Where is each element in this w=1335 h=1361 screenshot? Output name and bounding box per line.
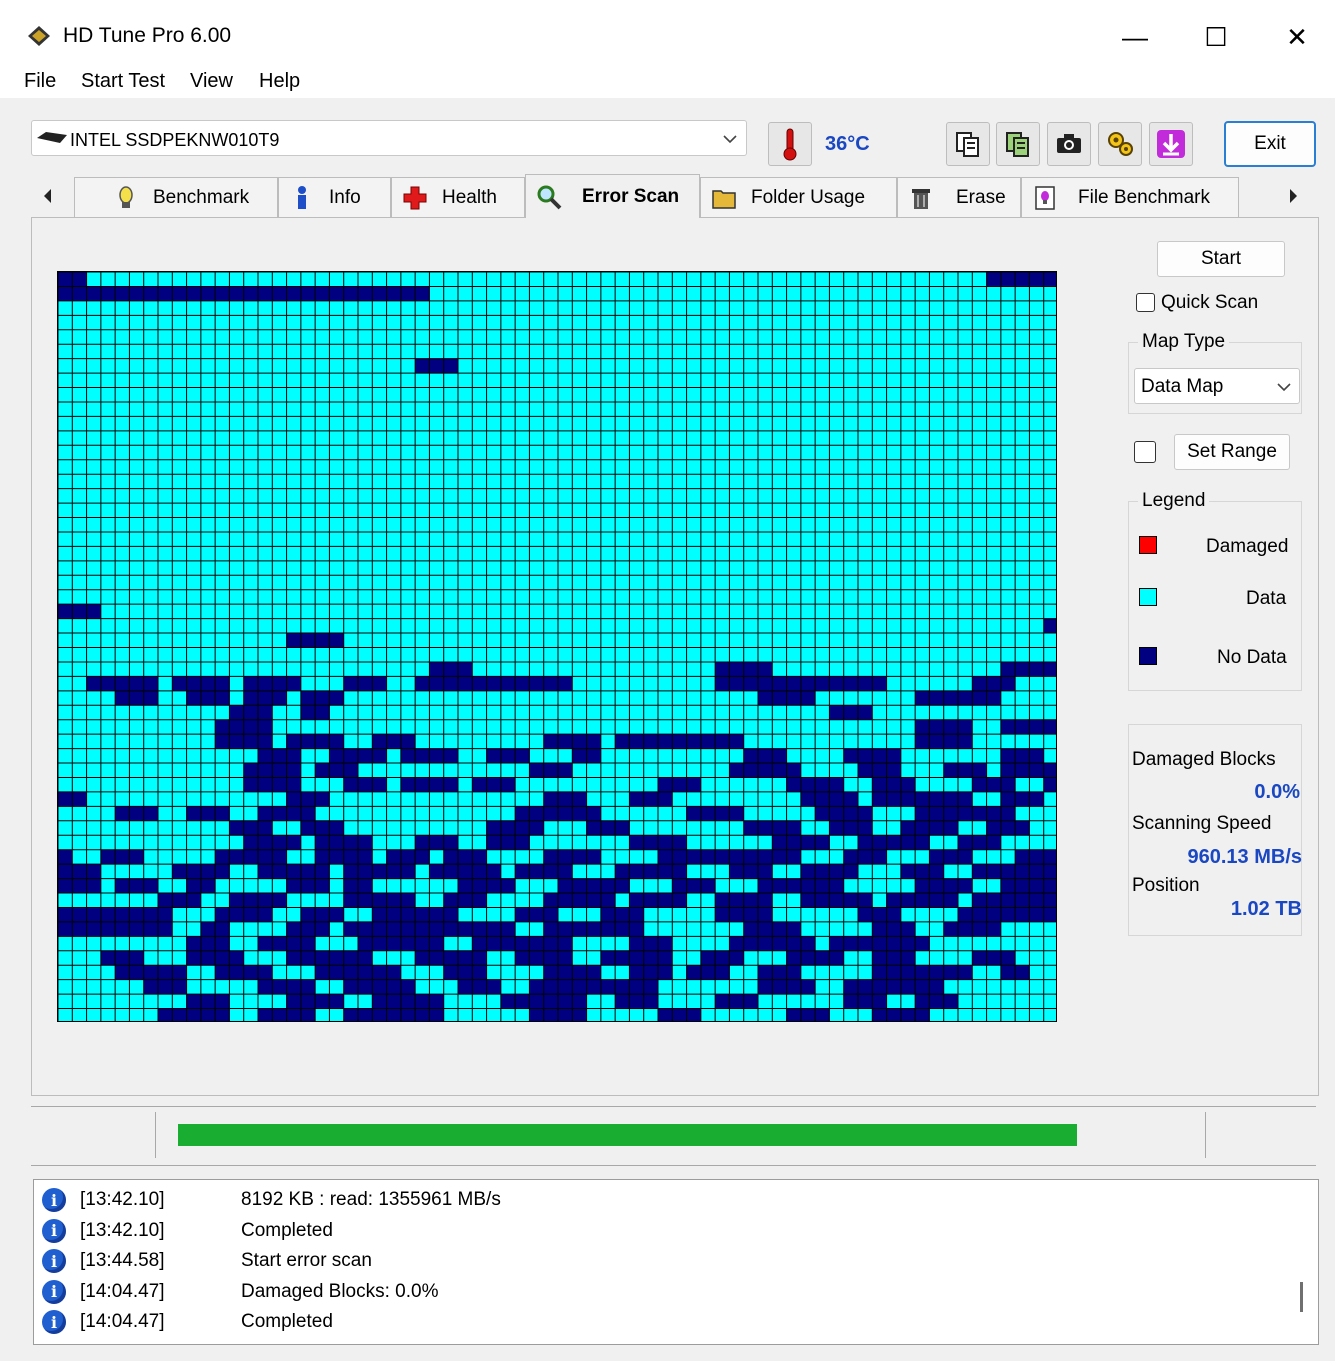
log-time: [14:04.47] — [80, 1280, 165, 1302]
close-button[interactable]: ✕ — [1271, 16, 1323, 58]
log-row: i [14:04.47] Damaged Blocks: 0.0% — [42, 1278, 439, 1306]
progress-bar — [178, 1124, 1077, 1146]
tab-scroll-right-icon[interactable] — [1286, 186, 1302, 206]
log-message: Completed — [241, 1311, 333, 1332]
menu-start-test[interactable]: Start Test — [81, 70, 165, 93]
trash-icon — [912, 188, 930, 209]
status-divider — [155, 1112, 156, 1158]
legend-no-data-swatch — [1139, 647, 1157, 665]
legend-data-swatch — [1139, 588, 1157, 606]
log-message: Start error scan — [241, 1250, 372, 1271]
exit-button[interactable]: Exit — [1224, 121, 1316, 167]
tab-file-benchmark[interactable]: File Benchmark — [1021, 177, 1239, 217]
chevron-down-icon — [1277, 383, 1291, 392]
screenshot-icon — [1057, 134, 1081, 153]
tab-label: Health — [442, 186, 497, 208]
temperature-value: 36°C — [825, 133, 870, 155]
minimize-button[interactable]: — — [1109, 16, 1161, 58]
drive-name: INTEL SSDPEKNW010T9 — [70, 130, 280, 150]
info-icon: i — [42, 1188, 66, 1212]
legend-title: Legend — [1138, 490, 1210, 512]
tab-label: Error Scan — [582, 185, 680, 207]
legend-damaged-label: Damaged — [1206, 536, 1289, 557]
tab-info[interactable]: Info — [278, 177, 391, 217]
position-label: Position — [1132, 875, 1200, 896]
log-row: i [14:04.47] Completed — [42, 1308, 333, 1336]
copy-info-icon — [956, 132, 979, 157]
log-row: i [13:44.58] Start error scan — [42, 1247, 372, 1275]
status-divider — [1205, 1112, 1206, 1158]
tab-label: Erase — [956, 186, 1006, 208]
menu-help[interactable]: Help — [259, 70, 300, 93]
start-button[interactable]: Start — [1157, 241, 1285, 277]
legend-damaged-swatch — [1139, 536, 1157, 554]
set-range-button[interactable]: Set Range — [1174, 434, 1290, 470]
copy-all-button[interactable] — [996, 122, 1040, 166]
log-message: Damaged Blocks: 0.0% — [241, 1280, 439, 1302]
save-button[interactable] — [1149, 122, 1193, 166]
info-icon — [298, 185, 306, 209]
log-time: [14:04.47] — [80, 1311, 165, 1332]
tab-label: Folder Usage — [751, 186, 866, 208]
scanning-speed-label: Scanning Speed — [1132, 813, 1272, 834]
maximize-button[interactable]: ☐ — [1190, 16, 1242, 58]
tab-label: Info — [329, 186, 361, 208]
drive-icon — [37, 132, 67, 143]
menu-file[interactable]: File — [24, 70, 56, 93]
screenshot-button[interactable] — [1047, 122, 1091, 166]
info-icon: i — [42, 1249, 66, 1273]
lightbulb-icon — [119, 185, 133, 208]
thermometer-icon — [783, 128, 797, 161]
log-row: i [13:42.10] 8192 KB : read: 1355961 MB/s — [42, 1186, 501, 1214]
map-type-value: Data Map — [1141, 376, 1224, 397]
set-range-checkbox[interactable] — [1134, 441, 1156, 463]
file-benchmark-icon — [1035, 185, 1055, 210]
log-time: [13:42.10] — [80, 1189, 165, 1210]
scanning-speed-value: 960.13 MB/s — [1187, 846, 1302, 868]
legend-no-data-label: No Data — [1217, 647, 1287, 668]
block-map — [57, 271, 1057, 1022]
save-icon — [1157, 130, 1185, 158]
copy-info-button[interactable] — [946, 122, 990, 166]
app-icon — [28, 26, 50, 46]
magnifier-icon — [537, 185, 562, 209]
log-row: i [13:42.10] Completed — [42, 1217, 333, 1245]
quick-scan-checkbox[interactable] — [1136, 293, 1155, 312]
window-title: HD Tune Pro 6.00 — [63, 24, 232, 47]
options-icon — [1108, 132, 1133, 156]
tab-label: File Benchmark — [1078, 186, 1210, 208]
log-list: i [13:42.10] 8192 KB : read: 1355961 MB/s i… — [33, 1179, 1319, 1345]
folder-icon — [712, 189, 736, 209]
tab-label: Benchmark — [153, 186, 250, 208]
tab-error-scan[interactable]: Error Scan — [525, 174, 700, 218]
info-icon: i — [42, 1218, 66, 1243]
health-cross-icon — [403, 186, 427, 209]
tab-erase[interactable]: Erase — [897, 177, 1021, 217]
log-time: [13:42.10] — [80, 1219, 165, 1241]
log-scrollbar[interactable] — [1300, 1282, 1303, 1312]
tab-health[interactable]: Health — [391, 177, 525, 217]
quick-scan-label: Quick Scan — [1161, 292, 1259, 313]
info-icon: i — [42, 1310, 66, 1334]
tab-folder-usage[interactable]: Folder Usage — [700, 177, 897, 217]
tab-scroll-left-icon[interactable] — [40, 186, 56, 206]
info-icon: i — [42, 1279, 66, 1304]
log-message: 8192 KB : read: 1355961 MB/s — [241, 1189, 501, 1210]
log-time: [13:44.58] — [80, 1250, 165, 1271]
menu-view[interactable]: View — [190, 70, 233, 93]
chevron-down-icon — [723, 135, 737, 144]
position-value: 1.02 TB — [1230, 898, 1302, 920]
legend-data-label: Data — [1246, 588, 1287, 609]
damaged-blocks-value: 0.0% — [1254, 781, 1300, 803]
log-message: Completed — [241, 1219, 333, 1241]
copy-all-icon — [1006, 132, 1029, 157]
temperature-button[interactable] — [768, 122, 812, 166]
options-button[interactable] — [1098, 122, 1142, 166]
map-type-title: Map Type — [1138, 331, 1230, 353]
tab-benchmark[interactable]: Benchmark — [74, 177, 278, 217]
damaged-blocks-label: Damaged Blocks — [1132, 749, 1276, 770]
